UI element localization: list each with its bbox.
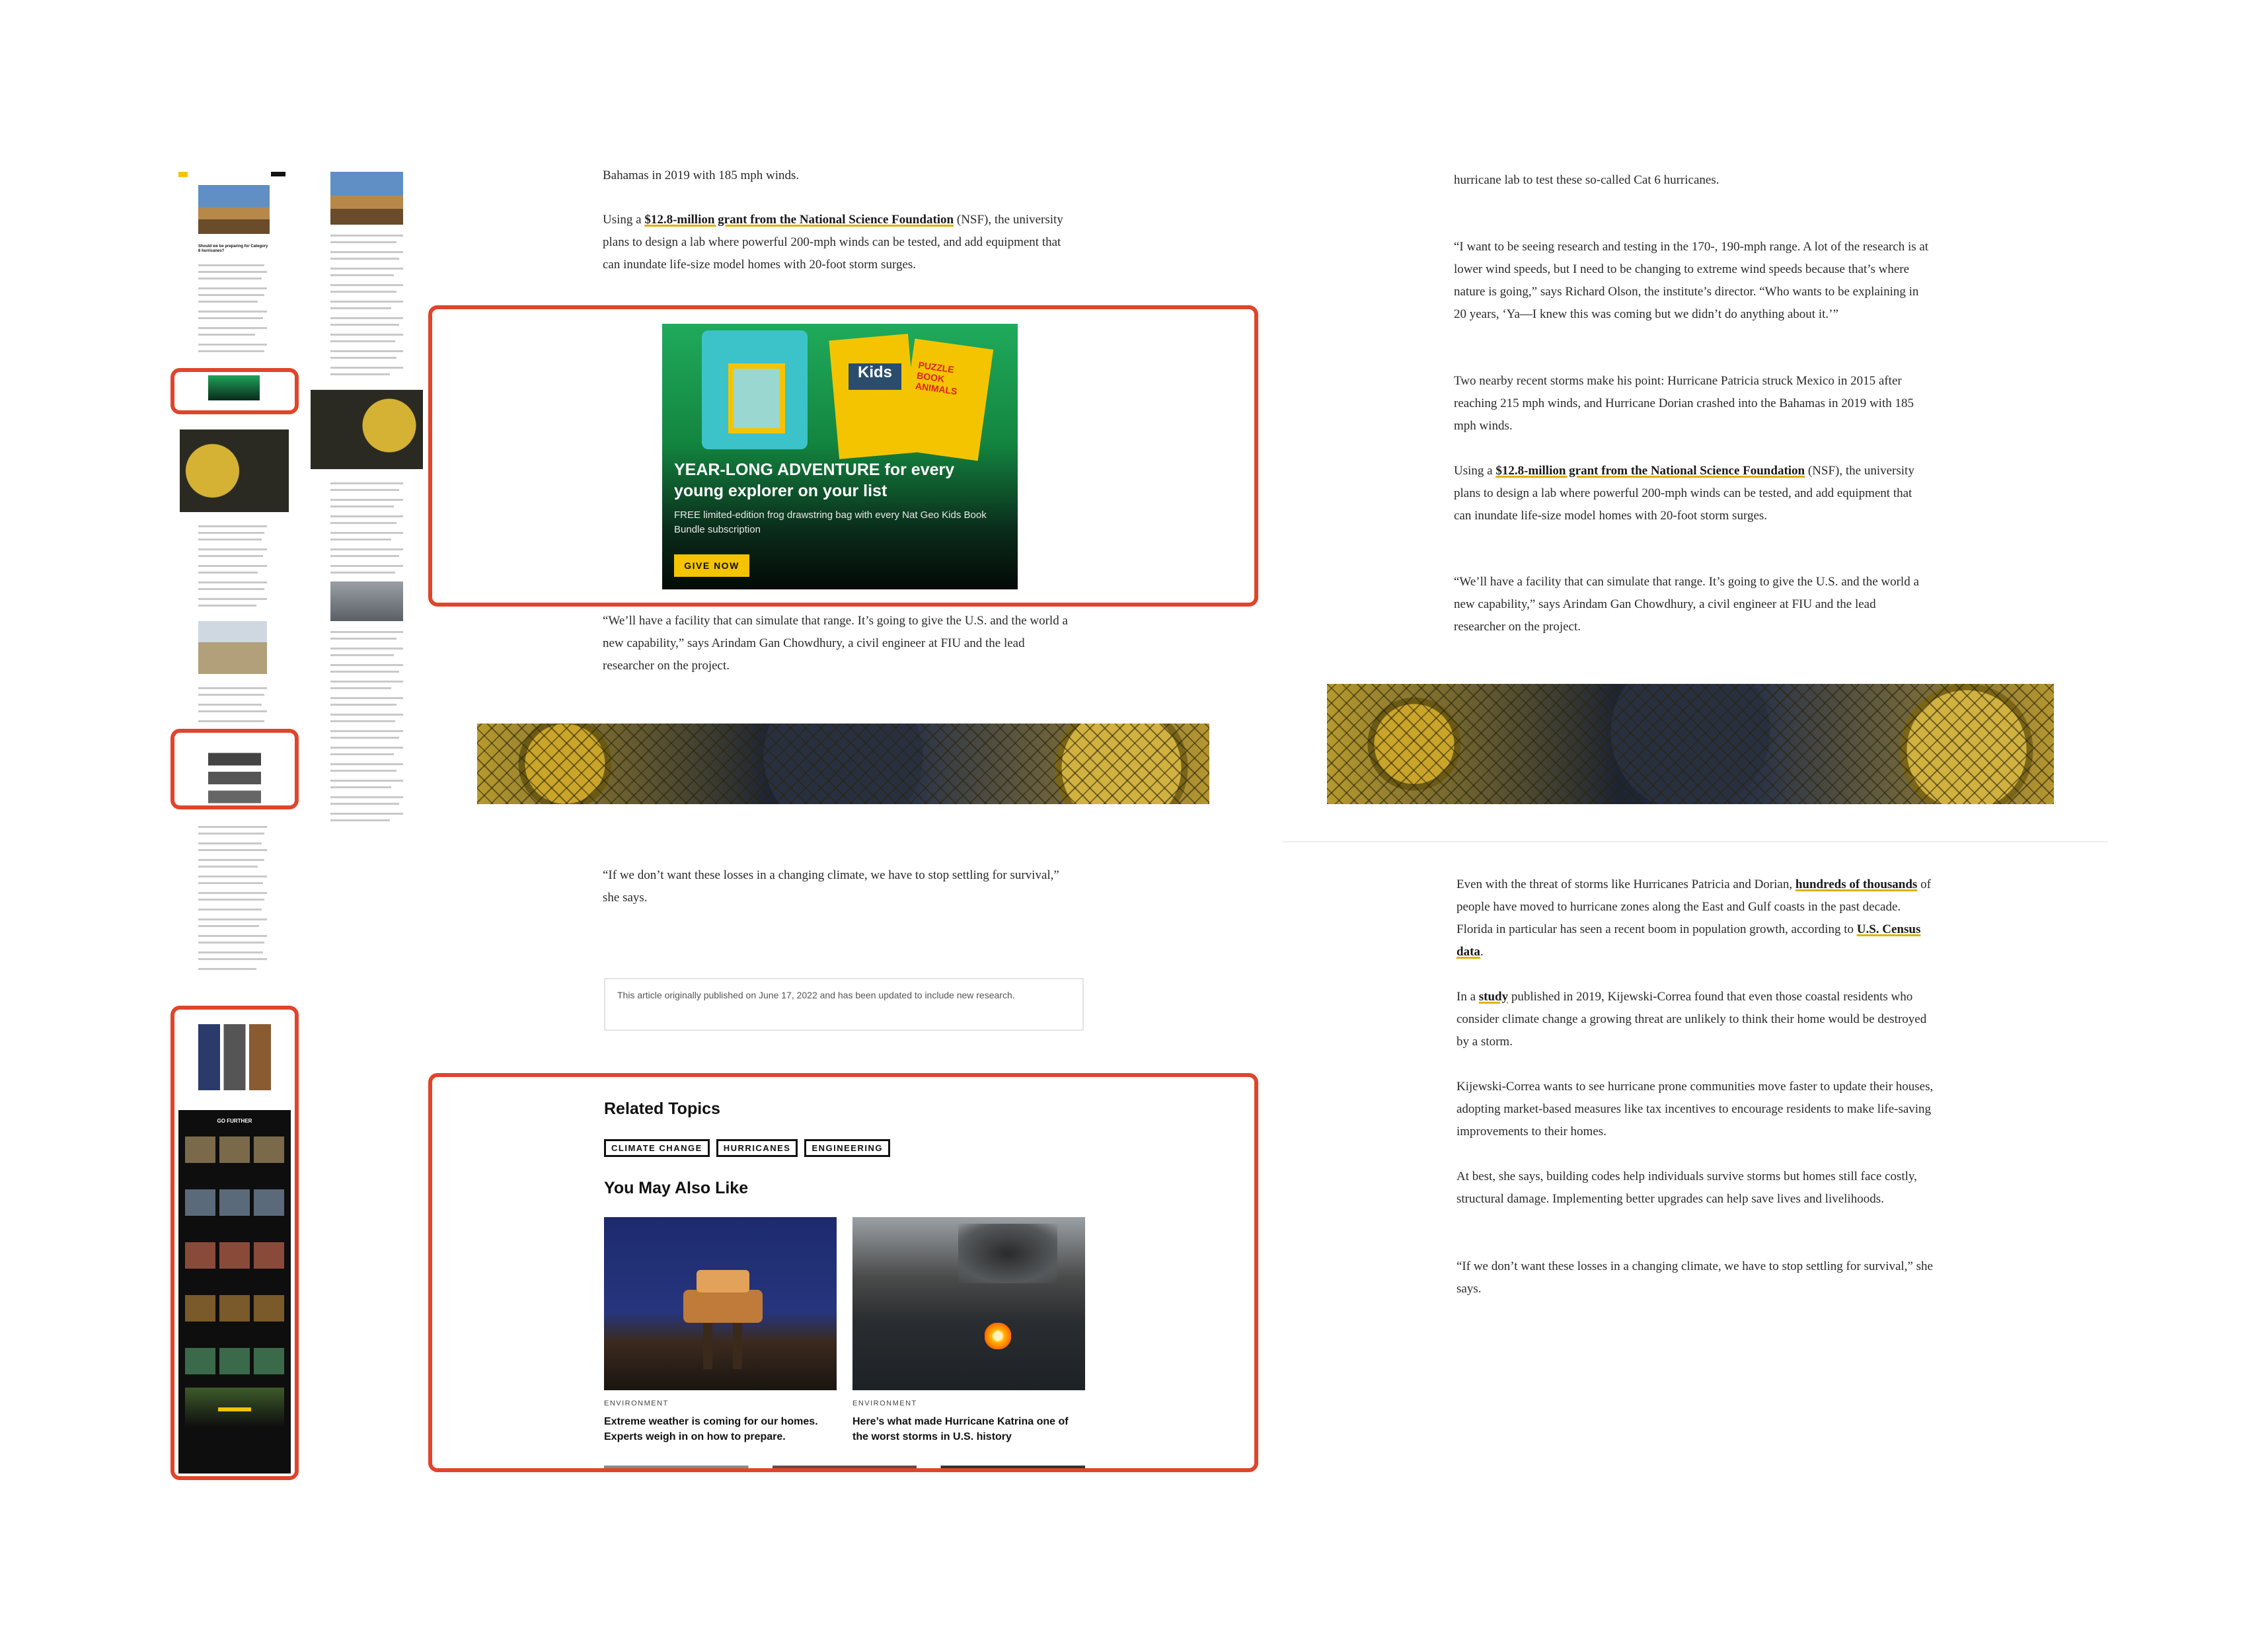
r-paragraph-storms: Two nearby recent storms make his point:… — [1454, 374, 1914, 433]
thumb-logo — [178, 172, 188, 177]
r-paragraph-study: In a study published in 2019, Kijewski-C… — [1456, 990, 1927, 1049]
puzzle-book — [899, 338, 994, 461]
r-paragraph-threat: Even with the threat of storms like Hurr… — [1456, 877, 1931, 959]
card-1-category: ENVIRONMENT — [604, 1399, 669, 1407]
highlight-related — [428, 1073, 1258, 1472]
frog-frame — [728, 363, 785, 433]
update-note-text: This article originally published on Jun… — [617, 990, 1015, 1000]
paragraph-top: Bahamas in 2019 with 185 mph winds. — [603, 168, 800, 182]
thumb2-fan-image — [311, 390, 423, 469]
card-1[interactable]: ENVIRONMENT Extreme weather is coming fo… — [604, 1217, 837, 1465]
thumb-headline: Should we be preparing for Category 6 hu… — [198, 244, 268, 253]
tag-hurricanes[interactable]: HURRICANES — [716, 1139, 798, 1157]
card-2-title[interactable]: Here’s what made Hurricane Katrina one o… — [852, 1414, 1085, 1444]
ad-subtext: FREE limited-edition frog drawstring bag… — [674, 509, 987, 535]
you-may-also-like-title: You May Also Like — [604, 1179, 749, 1197]
paragraph-quote: “We’ll have a facility that can simulate… — [603, 614, 1068, 673]
card-1-title[interactable]: Extreme weather is coming for our homes.… — [604, 1414, 837, 1444]
r-paragraph-losses: “If we don’t want these losses in a chan… — [1456, 1259, 1933, 1296]
r-paragraph-kijewski: Kijewski-Correa wants to see hurricane p… — [1456, 1080, 1934, 1138]
study-link[interactable]: study — [1479, 990, 1508, 1004]
r-paragraph-grant: Using a $12.8-million grant from the Nat… — [1454, 464, 1914, 523]
give-now-button[interactable]: GIVE NOW — [674, 554, 749, 577]
highlight-thumb-footer — [170, 1006, 299, 1480]
mobile-page-thumbnail — [311, 165, 423, 879]
r-divider — [1282, 841, 2108, 842]
thumb2-hero-image — [330, 172, 403, 225]
r-paragraph-olson: “I want to be seeing research and testin… — [1454, 240, 1929, 321]
related-tags: CLIMATE CHANGE HURRICANES ENGINEERING — [604, 1139, 897, 1157]
r-paragraph-best: At best, she says, building codes help i… — [1456, 1170, 1917, 1206]
r-paragraph-quote: “We’ll have a facility that can simulate… — [1454, 575, 1919, 634]
tag-climate-change[interactable]: CLIMATE CHANGE — [604, 1139, 710, 1157]
thumb2-gray-image — [330, 581, 403, 621]
wind-fan-image — [477, 724, 1209, 804]
highlight-thumb-ad — [170, 368, 299, 414]
thumb-building-image — [198, 621, 267, 674]
thumb-fan-image — [180, 429, 289, 512]
thumb-hero-image — [198, 185, 270, 234]
paragraph-losses: “If we don’t want these losses in a chan… — [603, 868, 1059, 905]
thumb-subscribe — [271, 172, 285, 176]
highlight-thumb-related — [170, 729, 299, 809]
card-1-image — [604, 1217, 837, 1390]
card-2-category: ENVIRONMENT — [852, 1399, 917, 1407]
hundreds-of-thousands-link[interactable]: hundreds of thousands — [1796, 877, 1917, 891]
kids-book-label: Kids — [849, 363, 901, 390]
r-paragraph-cat6: hurricane lab to test these so-called Ca… — [1454, 173, 1720, 187]
tag-engineering[interactable]: ENGINEERING — [804, 1139, 890, 1157]
related-topics-title: Related Topics — [604, 1100, 720, 1118]
nsf-grant-link[interactable]: $12.8-million grant from the National Sc… — [644, 213, 954, 227]
kids-subscription-ad[interactable]: Kids PUZZLE BOOK ANIMALS YEAR-LONG ADVEN… — [662, 324, 1018, 589]
ad-headline: YEAR-LONG ADVENTURE for every young expl… — [674, 461, 955, 500]
card-2[interactable]: ENVIRONMENT Here’s what made Hurricane K… — [852, 1217, 1085, 1465]
update-note: This article originally published on Jun… — [604, 978, 1084, 1031]
card-2-image — [852, 1217, 1085, 1390]
next-cards-peek — [604, 1466, 1085, 1468]
r-wind-fan-image — [1327, 684, 2054, 804]
paragraph-grant: Using a $12.8-million grant from the Nat… — [603, 213, 1063, 272]
r-nsf-grant-link[interactable]: $12.8-million grant from the National Sc… — [1495, 464, 1805, 478]
